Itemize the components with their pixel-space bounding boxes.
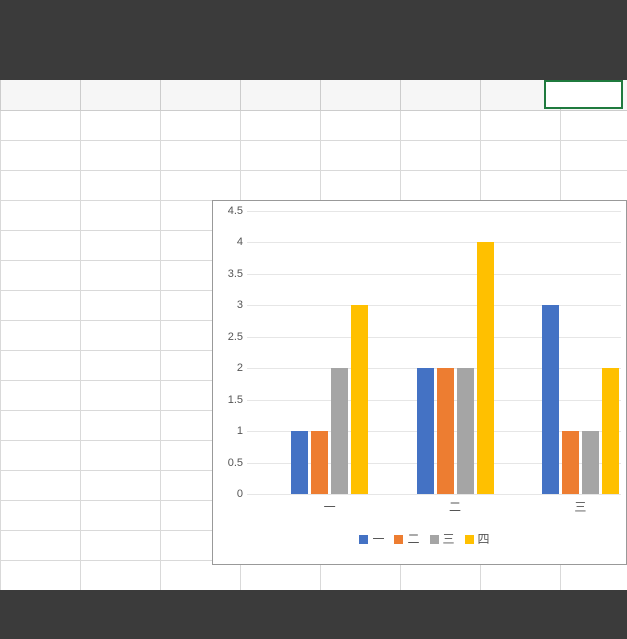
- y-tick-label: 4: [217, 236, 243, 248]
- plot-area: 00.511.522.533.544.5: [247, 211, 621, 494]
- y-tick-label: 0: [217, 488, 243, 500]
- legend-label: 三: [443, 532, 455, 546]
- embedded-chart[interactable]: 00.511.522.533.544.5 一二三 一二三四: [212, 200, 627, 565]
- y-tick-label: 3: [217, 299, 243, 311]
- x-category-label: 三: [515, 498, 627, 515]
- chart-legend: 一二三四: [213, 530, 626, 547]
- bar: [582, 431, 599, 494]
- column-header-row[interactable]: [0, 80, 627, 111]
- y-tick-label: 2.5: [217, 331, 243, 343]
- legend-swatch: [430, 535, 439, 544]
- y-tick-label: 1.5: [217, 394, 243, 406]
- bar: [602, 368, 619, 494]
- legend-label: 四: [478, 532, 490, 546]
- bar: [542, 305, 559, 494]
- bar: [351, 305, 368, 494]
- x-category-label: 一: [265, 498, 395, 515]
- x-category-label: 二: [390, 498, 520, 515]
- y-tick-label: 0.5: [217, 457, 243, 469]
- bar: [457, 368, 474, 494]
- bar: [562, 431, 579, 494]
- legend-label: 二: [407, 532, 419, 546]
- legend-swatch: [359, 535, 368, 544]
- bar: [311, 431, 328, 494]
- x-axis-labels: 一二三: [247, 498, 621, 514]
- legend-swatch: [465, 535, 474, 544]
- selected-cell[interactable]: [544, 80, 623, 109]
- y-tick-label: 2: [217, 362, 243, 374]
- y-tick-label: 1: [217, 425, 243, 437]
- y-tick-label: 3.5: [217, 268, 243, 280]
- bar: [417, 368, 434, 494]
- bar: [291, 431, 308, 494]
- legend-swatch: [394, 535, 403, 544]
- bar: [477, 242, 494, 494]
- y-tick-label: 4.5: [217, 205, 243, 217]
- bar: [331, 368, 348, 494]
- legend-label: 一: [372, 532, 384, 546]
- bar: [437, 368, 454, 494]
